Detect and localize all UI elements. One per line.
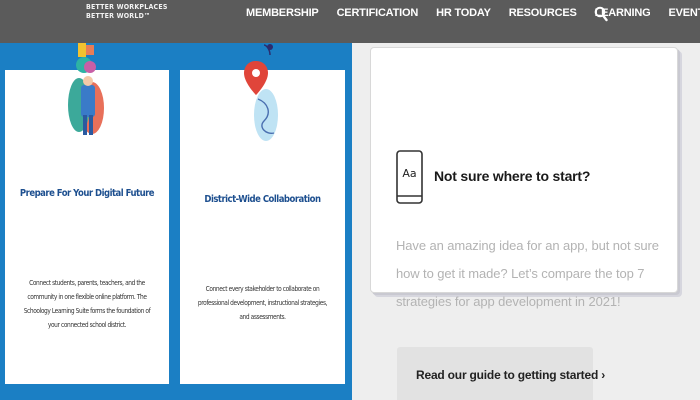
location-pin-illustration: [244, 44, 278, 141]
read-guide-button-label: Read our guide to getting started ›: [416, 368, 606, 382]
card-description: Connect students, parents, teachers, and…: [23, 278, 151, 329]
nav-membership[interactable]: MEMBERSHIP: [246, 7, 319, 19]
book-icon-label: Aa: [402, 167, 416, 180]
nav-events[interactable]: EVENTS: [668, 7, 700, 19]
site-logo[interactable]: BETTER WORKPLACES BETTER WORLD™: [86, 3, 168, 21]
nav-certification[interactable]: CERTIFICATION: [337, 7, 419, 19]
card-heading: Not sure where to start?: [434, 168, 591, 184]
read-guide-button[interactable]: Read our guide to getting started ›: [397, 347, 605, 400]
nav-resources[interactable]: RESOURCES: [509, 7, 577, 19]
logo-line-1: BETTER WORKPLACES: [86, 3, 168, 11]
card-paragraph: Have an amazing idea for an app, but not…: [396, 238, 659, 309]
logo-line-2: BETTER WORLD™: [86, 12, 151, 20]
main-nav: MEMBERSHIP CERTIFICATION HR TODAY RESOUR…: [246, 7, 700, 19]
book-icon: Aa: [396, 150, 423, 204]
card-description: Connect every stakeholder to collaborate…: [197, 284, 328, 321]
top-nav-bar: BETTER WORKPLACES BETTER WORLD™ MEMBERSH…: [0, 0, 700, 43]
people-illustration: [68, 43, 104, 135]
nav-hr-today[interactable]: HR TODAY: [436, 7, 491, 19]
search-icon[interactable]: [594, 6, 608, 22]
card-title: Prepare For Your Digital Future: [19, 188, 155, 199]
card-title: District-Wide Collaboration: [204, 194, 321, 205]
